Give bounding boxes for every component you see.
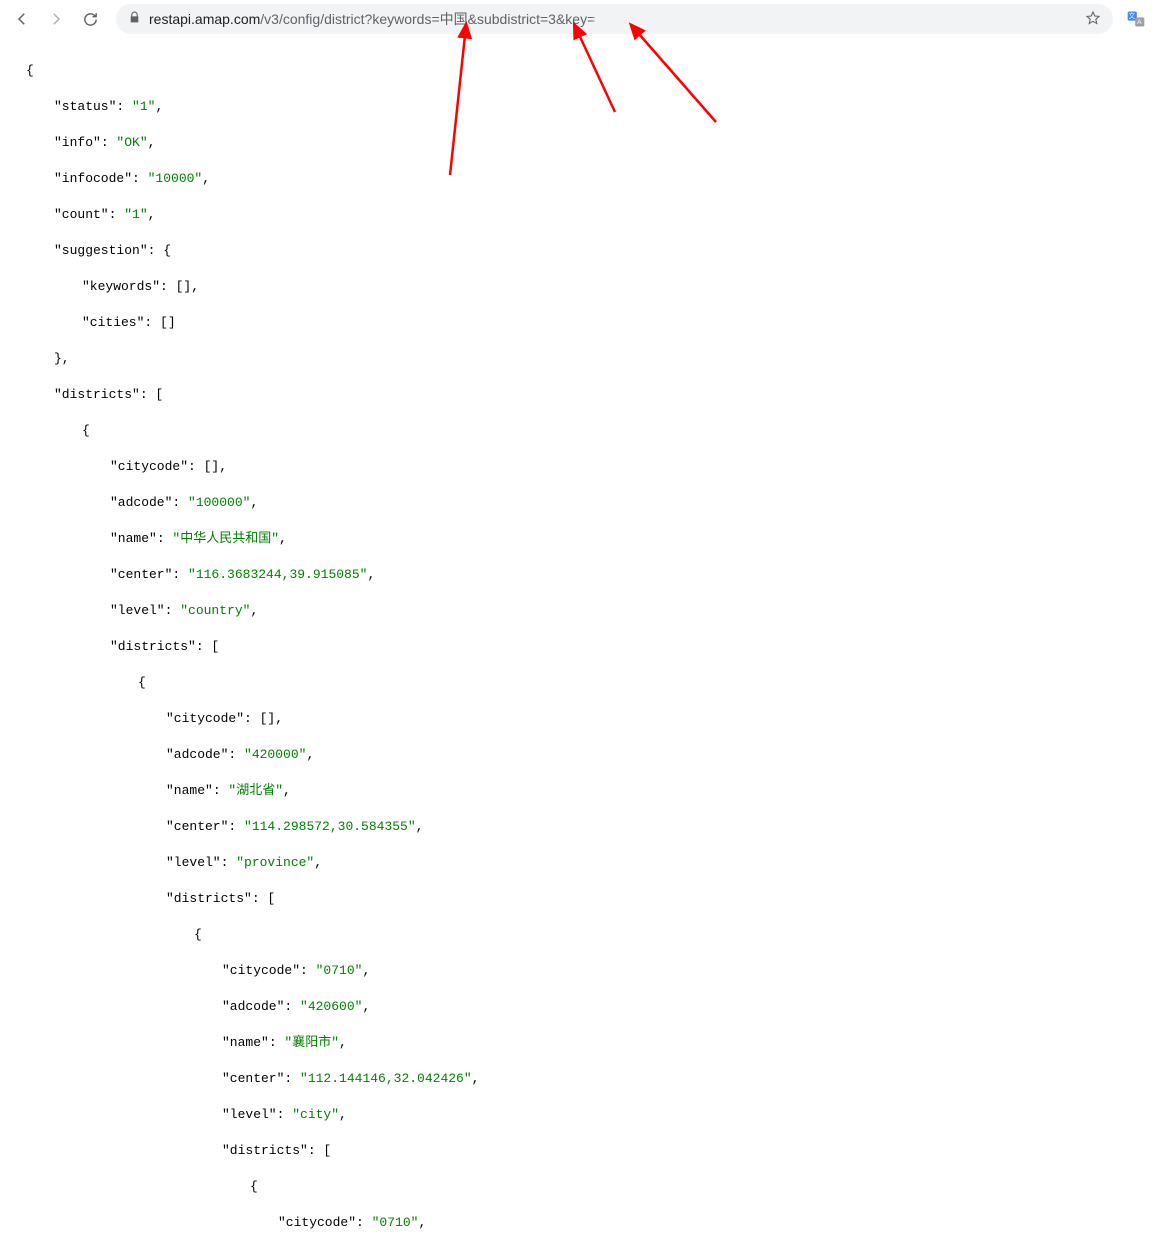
- json-line[interactable]: "districts": [: [0, 1142, 1155, 1160]
- json-viewer: { "status": "1", "info": "OK", "infocode…: [0, 38, 1155, 1250]
- json-line[interactable]: "suggestion": {: [0, 242, 1155, 260]
- json-line: "count": "1",: [0, 206, 1155, 224]
- json-line: },: [0, 350, 1155, 368]
- json-line: "level": "city",: [0, 1106, 1155, 1124]
- json-line: "adcode": "420000",: [0, 746, 1155, 764]
- json-line[interactable]: "districts": [: [0, 386, 1155, 404]
- lock-icon: [128, 11, 141, 27]
- json-line: "name": "襄阳市",: [0, 1034, 1155, 1052]
- json-line: "citycode": [],: [0, 458, 1155, 476]
- json-line: "center": "112.144146,32.042426",: [0, 1070, 1155, 1088]
- url-text: restapi.amap.com/v3/config/district?keyw…: [149, 9, 955, 29]
- back-button[interactable]: [8, 5, 36, 33]
- json-line: "info": "OK",: [0, 134, 1155, 152]
- json-line: "citycode": "0710",: [0, 1214, 1155, 1232]
- json-line: "center": "114.298572,30.584355",: [0, 818, 1155, 836]
- json-line: "center": "116.3683244,39.915085",: [0, 566, 1155, 584]
- json-line: "level": "province",: [0, 854, 1155, 872]
- json-line[interactable]: {: [0, 62, 1155, 80]
- json-line: "citycode": [],: [0, 710, 1155, 728]
- json-line: "adcode": "100000",: [0, 494, 1155, 512]
- star-icon[interactable]: [1085, 10, 1101, 29]
- translate-extension-icon[interactable]: 文A: [1125, 8, 1147, 30]
- json-line: "citycode": "0710",: [0, 962, 1155, 980]
- svg-text:文: 文: [1129, 11, 1136, 20]
- json-line: "status": "1",: [0, 98, 1155, 116]
- json-line[interactable]: {: [0, 674, 1155, 692]
- json-line: "infocode": "10000",: [0, 170, 1155, 188]
- json-line: "level": "country",: [0, 602, 1155, 620]
- json-line[interactable]: {: [0, 926, 1155, 944]
- json-line[interactable]: {: [0, 422, 1155, 440]
- reload-button[interactable]: [76, 5, 104, 33]
- browser-toolbar: restapi.amap.com/v3/config/district?keyw…: [0, 0, 1155, 38]
- json-line: "name": "中华人民共和国",: [0, 530, 1155, 548]
- json-line: "cities": []: [0, 314, 1155, 332]
- json-line[interactable]: "districts": [: [0, 890, 1155, 908]
- forward-button[interactable]: [42, 5, 70, 33]
- svg-text:A: A: [1137, 19, 1142, 26]
- address-bar[interactable]: restapi.amap.com/v3/config/district?keyw…: [116, 4, 1113, 34]
- json-line: "adcode": "420600",: [0, 998, 1155, 1016]
- json-line: "name": "湖北省",: [0, 782, 1155, 800]
- json-line: "keywords": [],: [0, 278, 1155, 296]
- json-line[interactable]: {: [0, 1178, 1155, 1196]
- json-line[interactable]: "districts": [: [0, 638, 1155, 656]
